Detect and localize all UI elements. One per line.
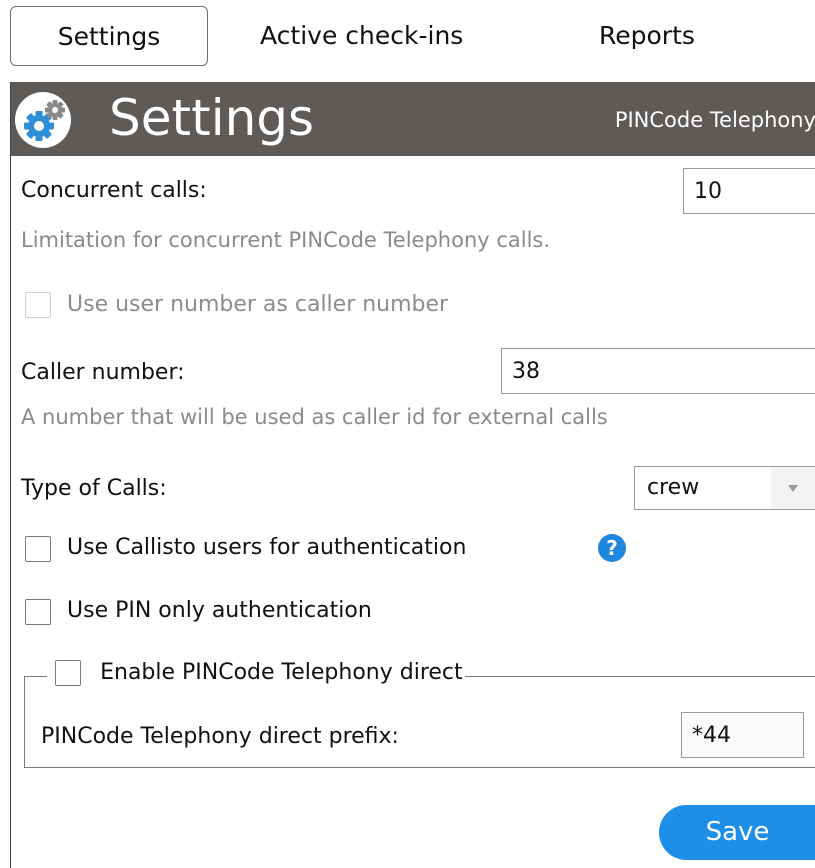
chevron-down-icon[interactable] <box>771 467 815 509</box>
use-callisto-users-checkbox[interactable] <box>25 536 51 562</box>
use-callisto-users-label: Use Callisto users for authentication <box>67 535 467 560</box>
tab-reports[interactable]: Reports <box>599 6 695 66</box>
use-pin-only-checkbox[interactable] <box>25 599 51 625</box>
concurrent-calls-input[interactable] <box>683 168 815 214</box>
direct-legend: Enable PINCode Telephony direct <box>47 658 465 694</box>
caller-number-hint: A number that will be used as caller id … <box>21 405 608 429</box>
tab-active-check-ins[interactable]: Active check-ins <box>260 6 463 66</box>
caller-number-label: Caller number: <box>21 360 185 385</box>
tab-bar: Settings Active check-ins Reports <box>10 6 815 68</box>
use-user-number-label: Use user number as caller number <box>67 292 449 317</box>
use-user-number-checkbox[interactable] <box>25 292 51 318</box>
type-of-calls-value: crew <box>647 475 700 500</box>
gears-icon <box>15 92 71 148</box>
type-of-calls-select[interactable]: crew <box>634 466 815 510</box>
use-pin-only-label: Use PIN only authentication <box>67 598 372 623</box>
tab-settings[interactable]: Settings <box>10 6 208 66</box>
concurrent-calls-hint: Limitation for concurrent PINCode Teleph… <box>21 228 551 252</box>
direct-prefix-label: PINCode Telephony direct prefix: <box>41 724 399 749</box>
settings-panel: Settings PINCode Telephony Concurrent ca… <box>10 82 815 868</box>
enable-direct-checkbox[interactable] <box>55 660 81 686</box>
page-subtitle: PINCode Telephony <box>614 108 815 132</box>
save-button[interactable]: Save <box>659 805 815 860</box>
help-icon[interactable]: ? <box>598 534 626 562</box>
direct-prefix-input[interactable] <box>681 712 804 758</box>
panel-header: Settings PINCode Telephony <box>11 82 815 156</box>
page-title: Settings <box>109 89 315 147</box>
type-of-calls-label: Type of Calls: <box>21 476 167 501</box>
concurrent-calls-label: Concurrent calls: <box>21 178 207 203</box>
caller-number-input[interactable] <box>501 348 815 394</box>
enable-direct-label: Enable PINCode Telephony direct <box>100 660 463 685</box>
